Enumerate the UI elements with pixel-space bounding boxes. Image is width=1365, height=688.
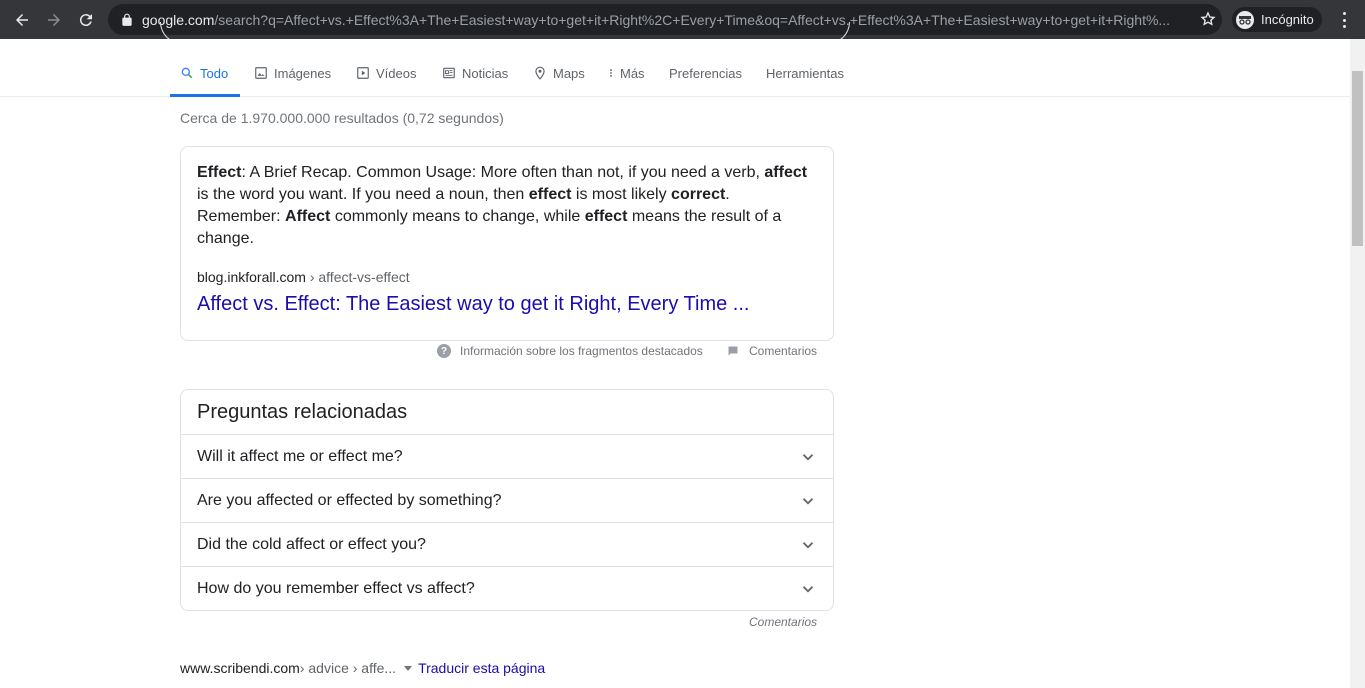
chevron-down-icon bbox=[802, 586, 814, 593]
snippet-citation: blog.inkforall.com › affect-vs-effect bbox=[197, 269, 817, 285]
image-icon bbox=[255, 67, 267, 79]
incognito-badge[interactable]: Incógnito bbox=[1232, 7, 1322, 32]
news-icon bbox=[443, 67, 455, 79]
snippet-info-label: Información sobre los fragmentos destaca… bbox=[460, 344, 703, 358]
snippet-feedback-link[interactable]: Comentarios bbox=[727, 344, 817, 358]
question-text: Are you affected or effected by somethin… bbox=[197, 491, 502, 509]
back-button[interactable] bbox=[6, 4, 38, 36]
tab-maps[interactable]: Maps bbox=[533, 65, 585, 81]
question-text: Will it affect me or effect me? bbox=[197, 447, 403, 465]
bookmark-star-icon[interactable] bbox=[1200, 11, 1216, 27]
caret-down-icon[interactable] bbox=[404, 665, 413, 671]
video-icon bbox=[357, 67, 369, 79]
related-question-item[interactable]: Are you affected or effected by somethin… bbox=[181, 479, 833, 523]
snippet-bold-term: effect bbox=[528, 186, 572, 203]
arrow-left-icon bbox=[16, 14, 28, 26]
snippet-text-run: is the word you want. If you need a noun… bbox=[197, 186, 529, 203]
tab-images[interactable]: Imágenes bbox=[254, 65, 331, 81]
tab-label: Imágenes bbox=[274, 65, 332, 81]
question-text: Did the cold affect or effect you? bbox=[197, 535, 426, 553]
next-result-citation: www.scribendi.com › advice › affe... Tra… bbox=[180, 660, 545, 676]
snippet-result-link[interactable]: Affect vs. Effect: The Easiest way to ge… bbox=[197, 291, 817, 317]
forward-button[interactable] bbox=[38, 4, 70, 36]
snippet-bold-term: Affect bbox=[285, 208, 331, 225]
search-tabs: Todo Imágenes Vídeos Noticias Maps Más P… bbox=[0, 39, 1350, 97]
feedback-icon bbox=[728, 346, 738, 356]
incognito-label: Incógnito bbox=[1261, 12, 1314, 27]
snippet-feedback-label: Comentarios bbox=[749, 344, 818, 358]
translate-page-link[interactable]: Traducir esta página bbox=[418, 660, 545, 676]
snippet-info-link[interactable]: ? Información sobre los fragmentos desta… bbox=[437, 344, 703, 358]
question-text: How do you remember effect vs affect? bbox=[197, 580, 475, 597]
chevron-down-icon bbox=[802, 541, 814, 549]
tab-preferences[interactable]: Preferencias bbox=[669, 65, 742, 81]
snippet-bold-term: correct bbox=[671, 186, 726, 203]
related-questions: Preguntas relacionadas Will it affect me… bbox=[180, 389, 834, 611]
browser-menu-icon[interactable] bbox=[1336, 10, 1352, 30]
help-icon: ? bbox=[437, 344, 451, 358]
tab-more[interactable]: Más bbox=[606, 65, 645, 81]
chevron-down-icon bbox=[802, 497, 814, 505]
snippet-text-run: commonly means to change, while bbox=[330, 208, 585, 225]
related-questions-title: Preguntas relacionadas bbox=[181, 390, 833, 435]
more-vert-icon bbox=[610, 69, 612, 77]
vertical-scrollbar[interactable] bbox=[1350, 39, 1365, 688]
next-result-host: www.scribendi.com bbox=[180, 660, 300, 676]
tab-label: Maps bbox=[553, 65, 585, 81]
snippet-text-run: : A Brief Recap. Common Usage: More ofte… bbox=[241, 164, 765, 181]
related-feedback-link[interactable]: Comentarios bbox=[749, 615, 817, 629]
related-question-item[interactable]: Did the cold affect or effect you? bbox=[181, 523, 833, 567]
reload-icon bbox=[79, 14, 92, 27]
tab-news[interactable]: Noticias bbox=[442, 65, 508, 81]
result-stats: Cerca de 1.970.000.000 resultados (0,72 … bbox=[180, 110, 504, 126]
featured-snippet: Effect: A Brief Recap. Common Usage: Mor… bbox=[180, 146, 834, 341]
related-question-item[interactable]: How do you remember effect vs affect? bbox=[181, 567, 833, 611]
snippet-bold-term: affect bbox=[764, 164, 808, 181]
tab-videos[interactable]: Vídeos bbox=[356, 65, 416, 81]
related-question-item[interactable]: Will it affect me or effect me? bbox=[181, 435, 833, 479]
snippet-host: blog.inkforall.com bbox=[197, 269, 306, 285]
active-tab-indicator bbox=[170, 94, 240, 97]
scrollbar-thumb[interactable] bbox=[1352, 71, 1363, 246]
snippet-path: › affect-vs-effect bbox=[305, 269, 410, 285]
snippet-text-run: is most likely bbox=[571, 186, 672, 203]
tab-label: Preferencias bbox=[669, 65, 742, 81]
tab-label: Más bbox=[620, 65, 645, 81]
tab-label: Todo bbox=[200, 65, 229, 81]
snippet-bold-term: effect bbox=[584, 208, 628, 225]
tab-label: Noticias bbox=[462, 65, 509, 81]
incognito-icon bbox=[1236, 10, 1254, 29]
chevron-down-icon bbox=[802, 453, 814, 461]
reload-button[interactable] bbox=[70, 4, 102, 36]
lock-icon bbox=[122, 13, 132, 26]
tab-label: Vídeos bbox=[376, 65, 417, 81]
snippet-bold-term: Effect bbox=[197, 164, 242, 181]
snippet-text: Effect: A Brief Recap. Common Usage: Mor… bbox=[197, 162, 817, 250]
search-icon bbox=[181, 67, 193, 79]
tab-label: Herramientas bbox=[766, 65, 845, 81]
tab-all[interactable]: Todo bbox=[180, 65, 228, 81]
tab-tools[interactable]: Herramientas bbox=[766, 65, 844, 81]
next-result-path: › advice › affe... bbox=[299, 660, 397, 676]
arrow-right-icon bbox=[48, 14, 60, 26]
map-pin-icon bbox=[535, 66, 545, 80]
